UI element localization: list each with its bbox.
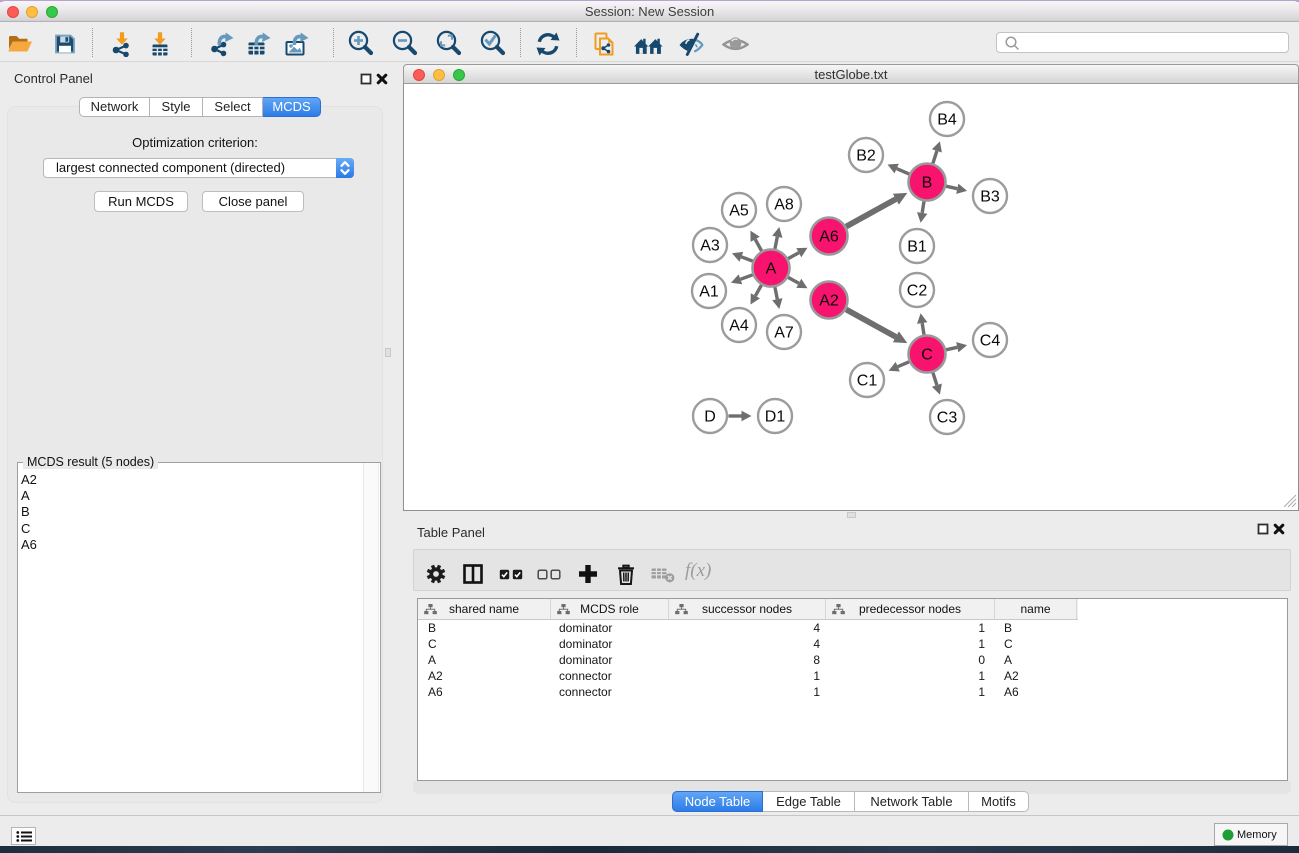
svg-text:A6: A6 xyxy=(819,229,839,246)
svg-text:C2: C2 xyxy=(907,283,928,300)
svg-text:A2: A2 xyxy=(819,293,839,310)
svg-text:B4: B4 xyxy=(937,112,957,129)
svg-text:B1: B1 xyxy=(907,239,927,256)
svg-text:C: C xyxy=(921,347,933,364)
svg-text:A8: A8 xyxy=(774,197,794,214)
svg-text:A4: A4 xyxy=(729,318,749,335)
svg-text:B: B xyxy=(922,175,933,192)
svg-text:D1: D1 xyxy=(765,409,786,426)
svg-text:A1: A1 xyxy=(699,284,719,301)
svg-text:B3: B3 xyxy=(980,189,1000,206)
svg-text:A: A xyxy=(766,261,777,278)
svg-text:A3: A3 xyxy=(700,238,720,255)
svg-text:B2: B2 xyxy=(856,148,876,165)
svg-text:D: D xyxy=(704,409,716,426)
svg-text:A5: A5 xyxy=(729,203,749,220)
svg-text:C4: C4 xyxy=(980,333,1001,350)
svg-text:A7: A7 xyxy=(774,325,794,342)
svg-text:C3: C3 xyxy=(937,410,958,427)
svg-text:C1: C1 xyxy=(857,373,878,390)
